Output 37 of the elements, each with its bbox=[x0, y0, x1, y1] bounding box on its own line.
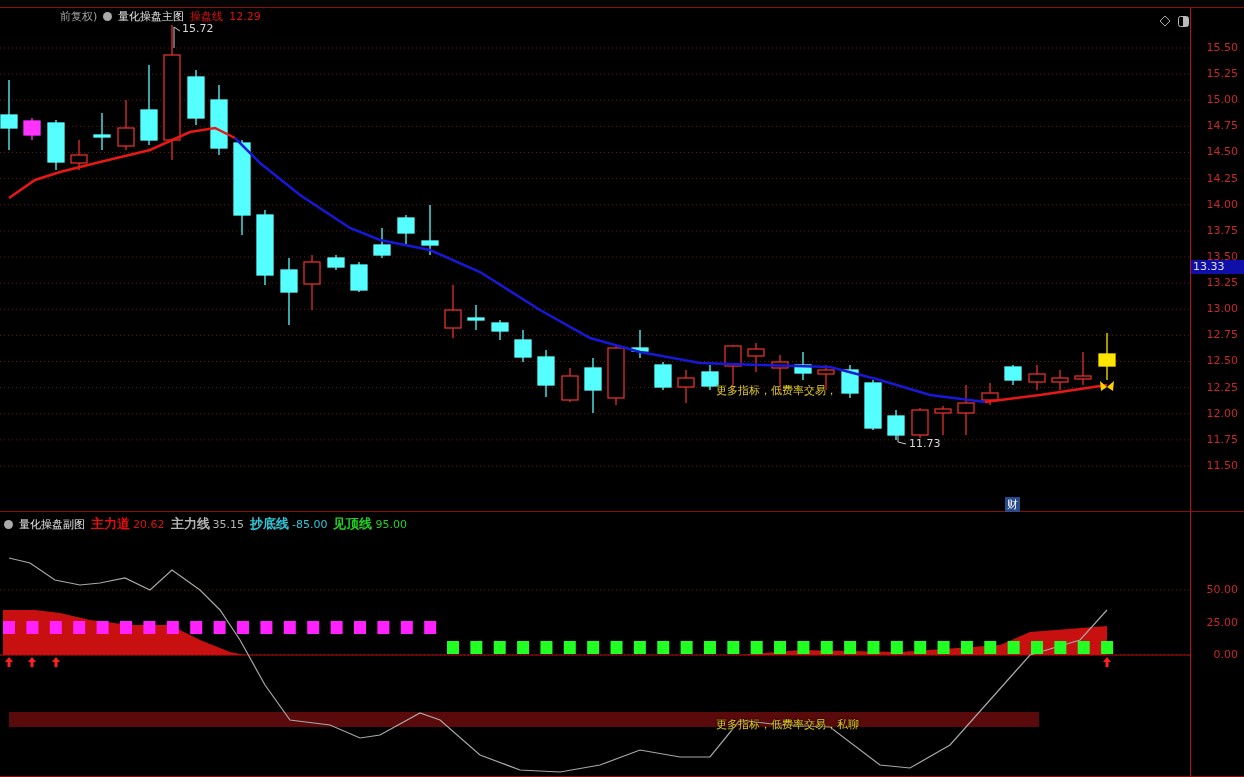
indicator-name: 主力线 bbox=[170, 515, 210, 534]
axis-label: 11.75 bbox=[1206, 432, 1238, 446]
axis-label: 14.75 bbox=[1206, 119, 1238, 133]
axis-label: 13.50 bbox=[1206, 250, 1238, 263]
indicator-value: 95.00 bbox=[375, 517, 407, 531]
axis-label: 25.00 bbox=[1206, 615, 1238, 629]
finance-marker[interactable]: 财 bbox=[1005, 497, 1020, 512]
axis-label: 15.50 bbox=[1206, 41, 1238, 54]
indicator-name: 抄底线 bbox=[250, 515, 289, 534]
axis-label: 12.25 bbox=[1206, 380, 1238, 394]
indicator-name: 见顶线 bbox=[333, 515, 373, 534]
axis-label: 0.00 bbox=[1213, 648, 1238, 662]
axis-label: 15.00 bbox=[1206, 93, 1238, 107]
indicator-name: 操盘线 bbox=[190, 9, 224, 24]
indicator-value: 12.29 bbox=[229, 10, 261, 23]
indicator-value: 35.15 bbox=[212, 517, 244, 531]
axis-label: 14.25 bbox=[1206, 171, 1238, 185]
indicator-name: 主力道 bbox=[91, 515, 130, 534]
adjust-label: 前复权) bbox=[60, 9, 98, 24]
axis-label: 12.00 bbox=[1206, 406, 1238, 420]
indicator-value: 20.62 bbox=[133, 517, 165, 531]
axis-label: 12.50 bbox=[1206, 354, 1238, 368]
chart-title: 量化操盘副图 bbox=[19, 516, 85, 532]
axis-label: 15.25 bbox=[1206, 67, 1238, 81]
indicator-value: -85.00 bbox=[292, 517, 328, 531]
axis-label: 11.50 bbox=[1206, 459, 1238, 472]
axis-label: 14.50 bbox=[1206, 145, 1238, 159]
axis-label: 14.00 bbox=[1206, 197, 1238, 211]
low-price-label: 11.73 bbox=[909, 437, 941, 450]
axis-label: 13.00 bbox=[1206, 302, 1238, 316]
last-price-tag: 13.33 bbox=[1191, 260, 1244, 274]
chart-title: 量化操盘主图 bbox=[118, 9, 185, 24]
axis-label: 13.75 bbox=[1206, 223, 1238, 237]
axis-label: 12.75 bbox=[1206, 328, 1238, 342]
axis-label: 13.25 bbox=[1206, 276, 1238, 290]
high-price-label: 15.72 bbox=[182, 22, 214, 35]
axis-label: 50.00 bbox=[1206, 583, 1238, 597]
